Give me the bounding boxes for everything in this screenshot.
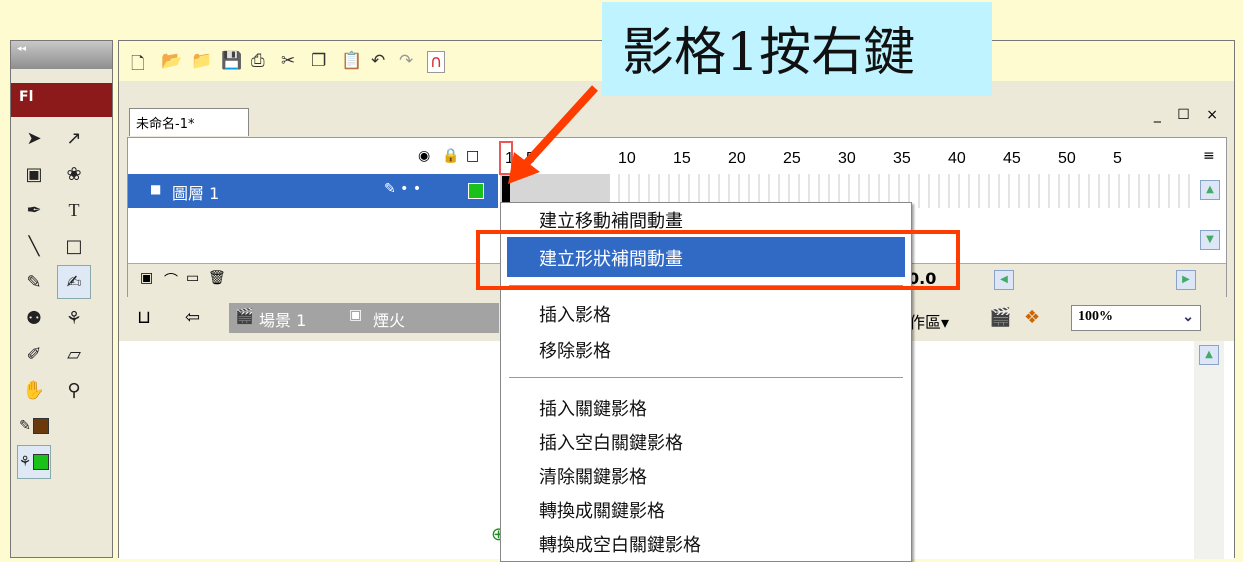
save-icon[interactable]: 💾	[221, 51, 242, 71]
eraser-icon[interactable]: ▱	[57, 337, 91, 371]
pen-icon[interactable]: ✒	[17, 193, 51, 227]
open-file-icon[interactable]: 📂	[161, 51, 182, 71]
layer-row[interactable]: ■ 圖層 1 ✎ • •	[128, 174, 498, 208]
zoom-value: 100%	[1078, 309, 1113, 324]
callout-text: 影格1按右鍵	[622, 23, 916, 83]
new-file-icon[interactable]: 🗋	[131, 51, 145, 80]
snap-magnet-icon[interactable]: ∩	[427, 51, 446, 73]
tools-panel-header[interactable]: ◂◂	[11, 41, 112, 69]
add-folder-icon[interactable]: ▭	[186, 270, 199, 286]
frame-number[interactable]: 30	[838, 150, 856, 168]
timeline-menu-icon[interactable]: ≡	[1203, 148, 1215, 164]
menu-item-convert-to-blank-keyframes[interactable]: 轉換成空白關鍵影格	[539, 531, 701, 557]
paste-icon[interactable]: 📋	[341, 51, 362, 71]
edit-symbol-icon[interactable]: ❖	[1024, 307, 1040, 328]
scroll-left-icon[interactable]: ◀	[994, 270, 1014, 290]
text-icon[interactable]: T	[57, 193, 91, 227]
brush-icon[interactable]: ✍	[57, 265, 91, 299]
frame-number[interactable]: 25	[783, 150, 801, 168]
empty-slot	[57, 409, 91, 443]
lasso-icon[interactable]: ❀	[57, 157, 91, 191]
fill-color-icon[interactable]: ⚘	[17, 445, 51, 479]
undo-icon[interactable]: ↶	[371, 51, 385, 71]
document-tab-label: 未命名-1*	[136, 117, 195, 132]
workarea-dropdown[interactable]: 作區▾	[909, 309, 949, 333]
menu-separator	[509, 377, 903, 378]
scroll-right-icon[interactable]: ▶	[1176, 270, 1196, 290]
arrow-annotation	[508, 85, 598, 184]
print-icon[interactable]: ⎙	[251, 51, 265, 71]
pencil-icon: ✎ • •	[384, 181, 422, 197]
paint-bucket-icon[interactable]: ⚘	[57, 301, 91, 335]
frame-number[interactable]: 20	[728, 150, 746, 168]
frame-number[interactable]: 50	[1058, 150, 1076, 168]
free-transform-icon[interactable]: ▣	[17, 157, 51, 191]
zoom-icon[interactable]: ⚲	[57, 373, 91, 407]
scene-link[interactable]: 場景 1	[259, 307, 306, 331]
stage-scrollbar[interactable]: ▲	[1194, 341, 1224, 559]
callout: 影格1按右鍵	[602, 2, 992, 96]
outline-icon[interactable]: □	[466, 148, 479, 164]
eye-icon[interactable]: ◉	[418, 148, 430, 164]
flash-logo-text: Fl	[19, 89, 34, 105]
stroke-color-icon[interactable]: ✎	[17, 409, 51, 443]
scene-icon: 🎬	[235, 307, 254, 325]
menu-item-insert-blank-keyframe[interactable]: 插入空白關鍵影格	[539, 429, 683, 455]
pencil-icon[interactable]: ✎	[17, 265, 51, 299]
line-icon[interactable]: ╲	[17, 229, 51, 263]
redo-icon[interactable]: ↷	[399, 51, 413, 71]
frame-number[interactable]: 10	[618, 150, 636, 168]
layer-icon: ■	[150, 182, 162, 196]
subselect-icon[interactable]: ↗	[57, 121, 91, 155]
lock-icon[interactable]: 🔒	[442, 148, 459, 164]
document-tab[interactable]: 未命名-1*	[129, 108, 249, 136]
tools-panel: ◂◂ Fl ➤ ↗ ▣ ❀ ✒ T ╲ □ ✎ ✍ ⚉ ⚘ ✐ ▱ ✋ ⚲ ✎ …	[10, 40, 113, 558]
rectangle-icon[interactable]: □	[57, 229, 91, 263]
collapse-label[interactable]: ◂◂	[17, 44, 26, 54]
highlight-annotation	[476, 230, 960, 290]
menu-item-convert-to-keyframes[interactable]: 轉換成關鍵影格	[539, 497, 665, 523]
frame-number[interactable]: 45	[1003, 150, 1021, 168]
menu-item-insert-frame[interactable]: 插入影格	[539, 301, 611, 327]
add-layer-icon[interactable]: ▣	[140, 270, 153, 286]
hand-icon[interactable]: ✋	[17, 373, 51, 407]
zoom-select[interactable]: 100% ⌄	[1071, 305, 1201, 331]
symbol-icon: ▣	[349, 307, 363, 323]
delete-layer-icon[interactable]: 🗑	[208, 270, 226, 286]
menu-item-clear-keyframe[interactable]: 清除關鍵影格	[539, 463, 647, 489]
add-guide-icon[interactable]: ⌒	[164, 270, 178, 290]
flash-logo: Fl	[11, 83, 112, 117]
timeline-header: ◉ 🔒 □ 1 5 10 15 20 25 30 35 40 45 50 5 ≡	[128, 138, 1226, 174]
scroll-up-icon[interactable]: ▲	[1199, 345, 1219, 365]
symbol-link[interactable]: 煙火	[373, 307, 405, 331]
edit-scene-icon[interactable]: 🎬	[989, 307, 1011, 328]
breadcrumb: 🎬 場景 1 ▣ 煙火	[229, 303, 499, 333]
chevron-down-icon: ⌄	[1182, 310, 1194, 325]
window-controls[interactable]: _ ☐ ×	[1154, 107, 1224, 123]
back-arrow-icon[interactable]: ⇦	[185, 307, 200, 328]
frame-number[interactable]: 35	[893, 150, 911, 168]
frame-number[interactable]: 15	[673, 150, 691, 168]
arrow-icon[interactable]: ➤	[17, 121, 51, 155]
timeline-toggle-icon[interactable]: ⊔	[137, 307, 151, 328]
layer-name[interactable]: 圖層 1	[172, 180, 219, 204]
layer-color-icon[interactable]	[468, 183, 484, 199]
cut-icon[interactable]: ✂	[281, 51, 295, 71]
open-as-library-icon[interactable]: 📁	[191, 51, 212, 71]
eyedropper-icon[interactable]: ✐	[17, 337, 51, 371]
menu-item-insert-keyframe[interactable]: 插入關鍵影格	[539, 395, 647, 421]
frame-number[interactable]: 5	[1113, 150, 1122, 168]
scroll-down-icon[interactable]: ▼	[1200, 230, 1220, 250]
frame-number[interactable]: 40	[948, 150, 966, 168]
menu-item-remove-frames[interactable]: 移除影格	[539, 337, 611, 363]
ink-bottle-icon[interactable]: ⚉	[17, 301, 51, 335]
scroll-up-icon[interactable]: ▲	[1200, 180, 1220, 200]
copy-icon[interactable]: ❐	[311, 51, 326, 71]
